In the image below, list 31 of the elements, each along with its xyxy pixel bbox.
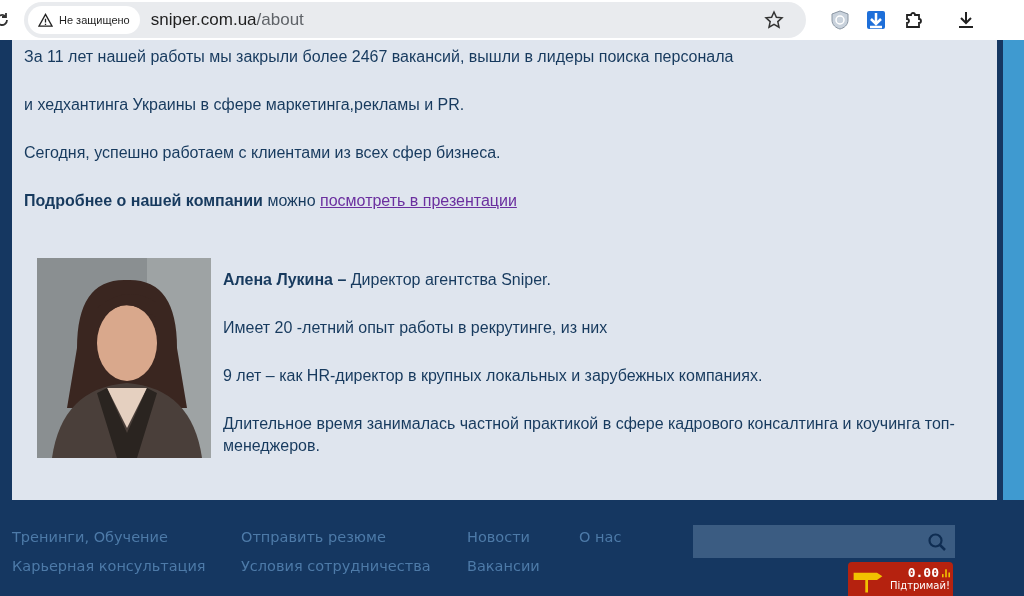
footer-link[interactable]: Вакансии: [467, 555, 579, 577]
paragraph: Длительное время занималась частной практикой в сфере кадрового консалтинга и коучинга топ-менеджеров.: [223, 414, 956, 456]
address-bar[interactable]: Не защищено sniper.com.ua/about: [24, 2, 806, 38]
star-icon[interactable]: [764, 10, 784, 30]
security-label: Не защищено: [59, 14, 130, 26]
counter-badge[interactable]: 0.00 Підтримай!: [848, 562, 953, 596]
paragraph: Подробнее о нашей компании можно посмотреть в презентации: [24, 191, 518, 211]
footer-link[interactable]: Карьерная консультация: [12, 555, 241, 577]
paragraph: 9 лет – как HR-директор в крупных локальных и зарубежных компаниях.: [223, 366, 764, 386]
paragraph: Сегодня, успешно работаем с клиентами из всех сфер бизнеса.: [24, 143, 502, 163]
paragraph: и хедхантинга Украины в сфере маркетинга,рекламы и PR.: [24, 95, 466, 115]
bar-chart-icon: [942, 567, 950, 578]
download-arrow-icon[interactable]: [866, 10, 886, 30]
url-text: sniper.com.ua/about: [150, 10, 305, 30]
search-field[interactable]: [693, 525, 955, 558]
security-chip[interactable]: Не защищено: [28, 6, 140, 34]
footer-link[interactable]: Условия сотрудничества: [241, 555, 467, 577]
counter-caption: Підтримай!: [889, 580, 950, 592]
footer-link[interactable]: Тренинги, Обучение: [12, 526, 241, 548]
presentation-link[interactable]: посмотреть в презентации: [320, 192, 517, 209]
footer-link[interactable]: Новости: [467, 526, 579, 548]
warning-icon: [38, 12, 53, 28]
puzzle-icon[interactable]: [903, 10, 923, 30]
paragraph: Алена Лукина – Директор агентства Sniper.: [223, 270, 552, 290]
footer-link[interactable]: Отправить резюме: [241, 526, 467, 548]
paragraph: Имеет 20 -летний опыт работы в рекрутинге, из них: [223, 318, 609, 338]
shield-icon[interactable]: [830, 10, 850, 30]
paragraph: За 11 лет нашей работы мы закрыли более 2467 вакансий, вышли в лидеры поиска персонала: [24, 47, 735, 67]
counter-value: 0.00: [907, 565, 939, 580]
download-icon[interactable]: [956, 10, 976, 30]
footer-link[interactable]: О нас: [579, 526, 622, 548]
